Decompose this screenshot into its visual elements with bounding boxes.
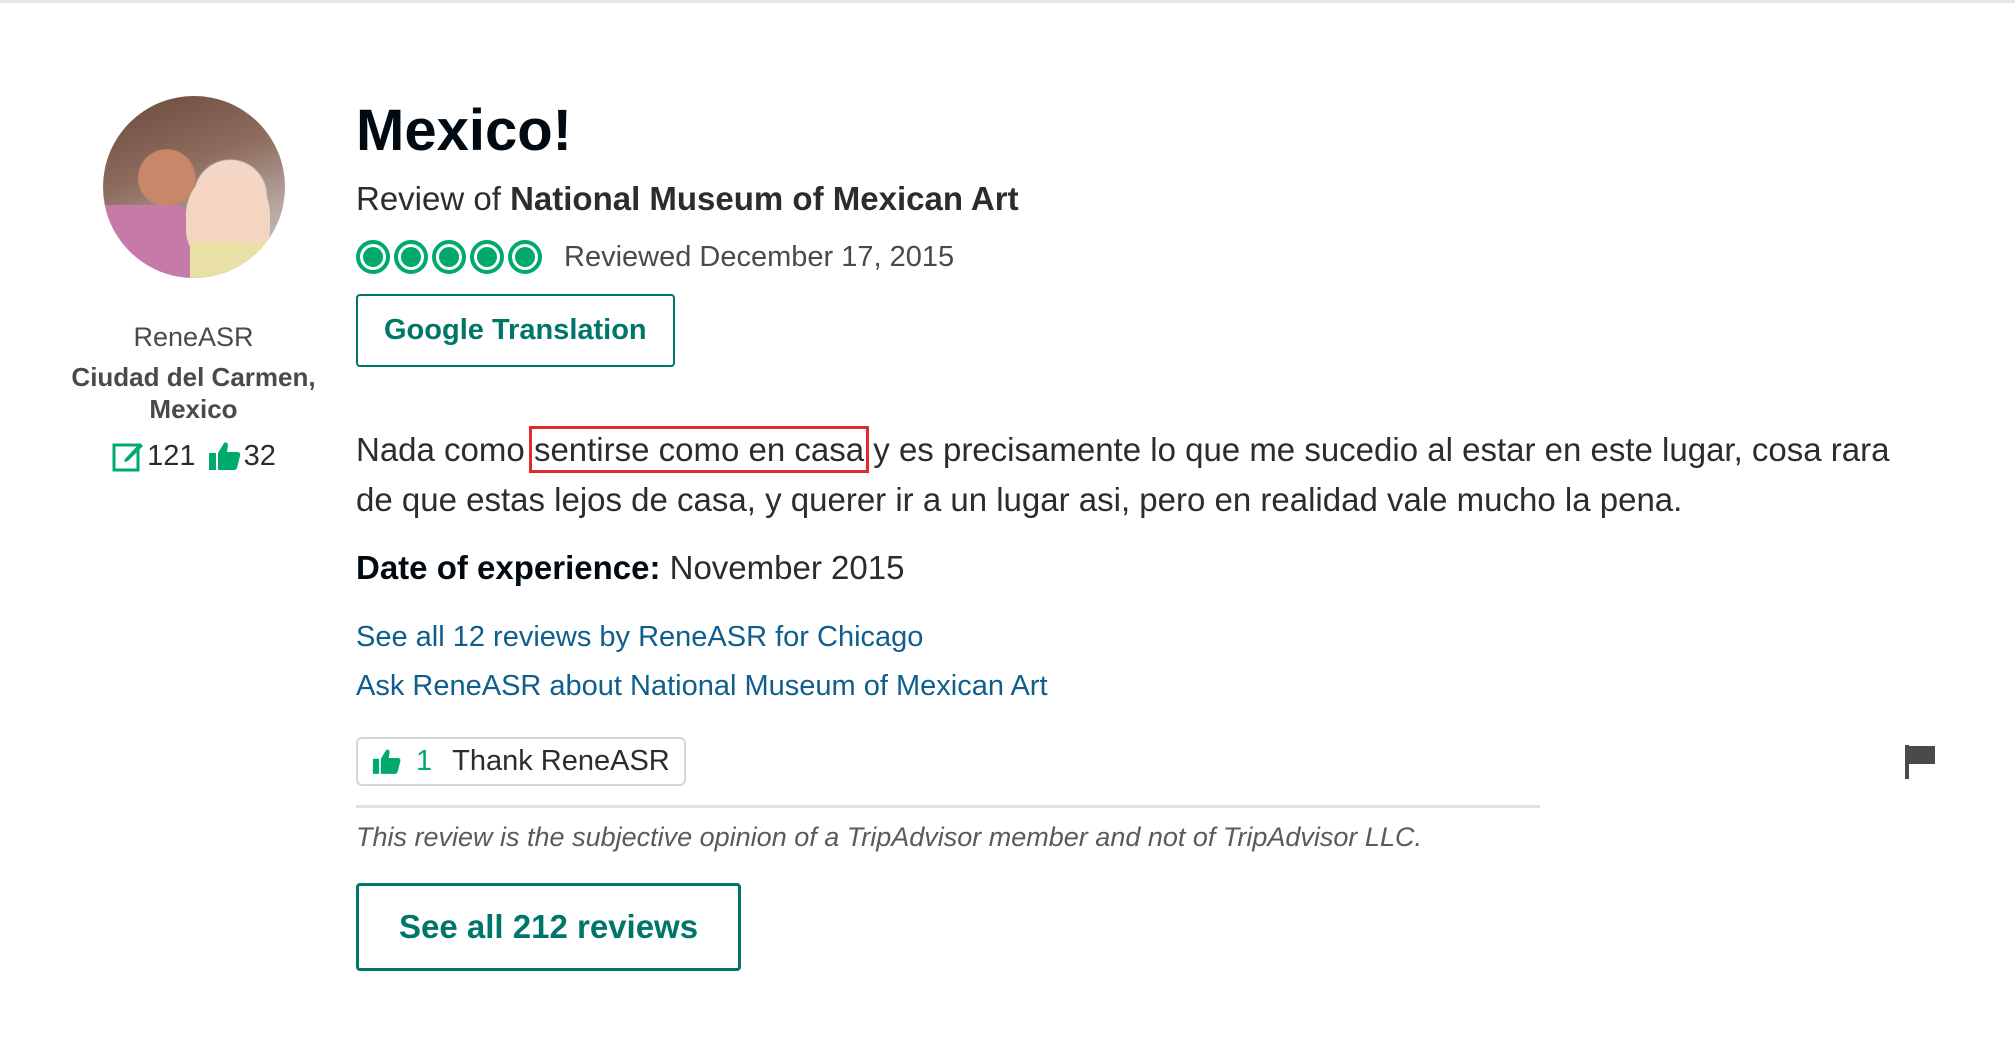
review-title: Mexico! xyxy=(356,98,572,163)
date-of-experience-value: November 2015 xyxy=(660,549,905,586)
flag-icon[interactable] xyxy=(1904,745,1936,779)
ask-user-link[interactable]: Ask ReneASR about National Museum of Mex… xyxy=(356,662,1916,711)
rating-bubble-icon xyxy=(432,240,466,274)
rating-bubble-icon xyxy=(508,240,542,274)
member-username[interactable]: ReneASR xyxy=(51,322,336,353)
date-of-experience: Date of experience: November 2015 xyxy=(356,549,1916,587)
rating-row: Reviewed December 17, 2015 xyxy=(356,240,1916,274)
rating-bubble-icon xyxy=(394,240,428,274)
review-body: Nada como sentirse como en casa y es pre… xyxy=(356,425,1916,525)
thumbs-up-icon xyxy=(208,442,240,470)
bubble-rating xyxy=(356,240,546,274)
see-all-reviews-button[interactable]: See all 212 reviews xyxy=(356,883,742,971)
contributions-count: 121 xyxy=(147,439,196,472)
top-divider xyxy=(0,0,2015,3)
thank-count: 1 xyxy=(416,745,433,777)
helpful-votes-stat: 32 xyxy=(208,440,276,473)
highlighted-phrase: sentirse como en casa xyxy=(528,426,870,473)
helpful-votes-count: 32 xyxy=(243,439,276,472)
pencil-note-icon xyxy=(112,443,144,472)
divider xyxy=(356,805,1540,808)
review-body-start: Nada como xyxy=(356,431,534,468)
google-translation-button[interactable]: Google Translation xyxy=(356,294,675,367)
review-actions: 1 Thank ReneASR xyxy=(356,737,1935,787)
rating-bubble-icon xyxy=(356,240,390,274)
thank-label: Thank ReneASR xyxy=(452,745,670,777)
member-location: Ciudad del Carmen, Mexico xyxy=(71,362,316,424)
member-avatar[interactable] xyxy=(102,96,285,278)
date-of-experience-label: Date of experience: xyxy=(356,549,661,586)
thumbs-up-icon xyxy=(372,749,401,774)
review-of-prefix: Review of xyxy=(356,180,511,217)
review-card: Mexico! Review of National Museum of Mex… xyxy=(356,92,1935,971)
see-user-reviews-link[interactable]: See all 12 reviews by ReneASR for Chicag… xyxy=(356,613,1916,662)
disclaimer: This review is the subjective opinion of… xyxy=(356,822,1422,852)
review-links: See all 12 reviews by ReneASR for Chicag… xyxy=(356,613,1916,711)
rating-bubble-icon xyxy=(470,240,504,274)
review-of: Review of National Museum of Mexican Art xyxy=(356,180,1916,218)
member-stats: 121 32 xyxy=(51,439,336,473)
contributions-stat: 121 xyxy=(111,439,196,473)
member-info: ReneASR Ciudad del Carmen, Mexico 121 32 xyxy=(51,96,336,473)
attraction-name[interactable]: National Museum of Mexican Art xyxy=(510,180,1019,217)
reviewed-date: Reviewed December 17, 2015 xyxy=(564,240,955,273)
thank-button[interactable]: 1 Thank ReneASR xyxy=(356,737,686,786)
